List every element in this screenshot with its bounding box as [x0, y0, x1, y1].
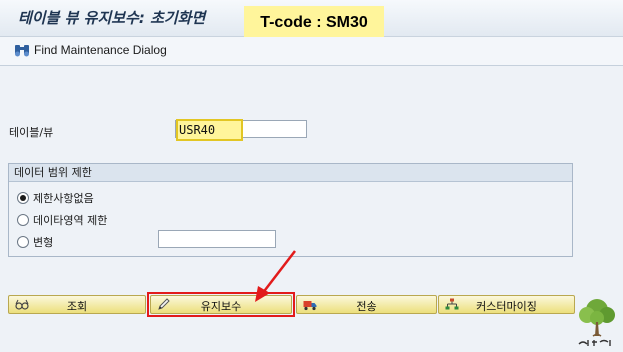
radio-button[interactable] [17, 236, 29, 248]
application-toolbar: Find Maintenance Dialog [0, 37, 623, 66]
table-view-input[interactable]: USR40 [175, 119, 307, 141]
radio-variant[interactable]: 변형 [17, 234, 53, 250]
maintain-button-highlight [147, 292, 295, 317]
tree-logo-icon [578, 299, 615, 346]
tcode-annotation: T-code : SM30 [244, 6, 384, 40]
data-range-restriction-group: 데이터 범위 제한 제한사항없음 데이타영역 제한 변형 [8, 163, 573, 257]
radio-button[interactable] [17, 192, 29, 204]
find-maintenance-dialog-label: Find Maintenance Dialog [34, 43, 167, 57]
find-maintenance-dialog-button[interactable]: Find Maintenance Dialog [14, 43, 167, 57]
radio-label: 데이타영역 제한 [33, 214, 108, 227]
binoculars-icon [15, 45, 29, 57]
radio-label: 제한사항없음 [33, 192, 94, 205]
group-title: 데이터 범위 제한 [9, 164, 572, 182]
radio-button[interactable] [17, 214, 29, 226]
table-view-value[interactable]: USR40 [176, 119, 243, 141]
display-button[interactable]: 조회 [8, 295, 146, 314]
page-title: 테이블 뷰 유지보수: 초기화면 [18, 9, 206, 27]
customizing-button[interactable]: 커스터마이징 [438, 295, 575, 314]
radio-no-restriction[interactable]: 제한사항없음 [17, 190, 94, 206]
transport-button-label: 전송 [356, 300, 377, 313]
table-view-label: 테이블/뷰 [9, 126, 54, 139]
customizing-button-label: 커스터마이징 [476, 300, 537, 313]
variant-input[interactable] [158, 230, 276, 248]
radio-data-area-restriction[interactable]: 데이타영역 제한 [17, 212, 107, 228]
radio-label: 변형 [33, 236, 54, 249]
transport-button[interactable]: 전송 [296, 295, 437, 314]
display-button-label: 조회 [66, 300, 88, 313]
